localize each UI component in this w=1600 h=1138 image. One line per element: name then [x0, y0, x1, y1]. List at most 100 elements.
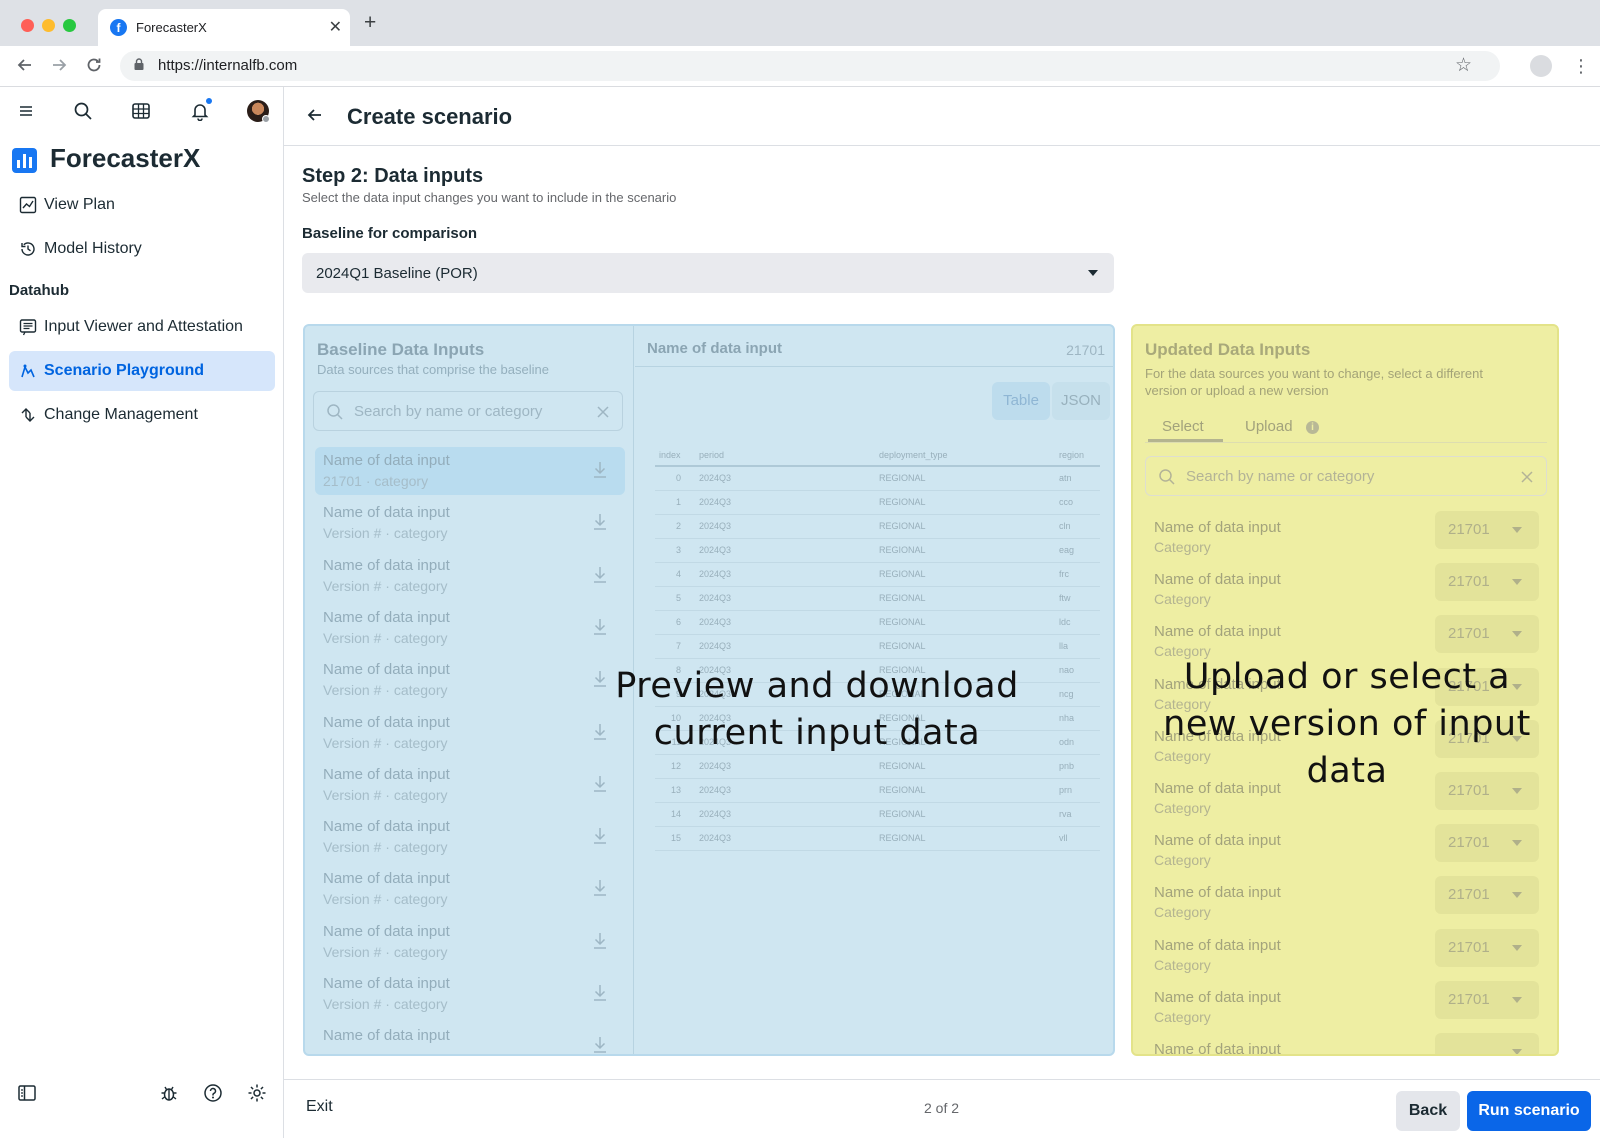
close-window-button[interactable] [21, 19, 34, 32]
download-icon[interactable] [591, 826, 609, 851]
version-select-value: 21701 [1448, 521, 1490, 538]
baseline-list-item[interactable]: Name of data input Version # · category [315, 604, 625, 652]
table-cell: REGIONAL [875, 586, 1055, 611]
browser-profile-icon[interactable] [1530, 55, 1552, 77]
table-cell: atn [1055, 466, 1100, 491]
version-select[interactable]: 21701 [1435, 876, 1539, 915]
download-icon[interactable] [591, 983, 609, 1008]
table-cell: 2024Q3 [695, 778, 875, 803]
version-select[interactable]: 21701 [1435, 980, 1539, 1019]
section-label-datahub: Datahub [9, 282, 69, 299]
download-icon[interactable] [591, 565, 609, 590]
info-icon[interactable]: i [1306, 421, 1319, 434]
bell-icon[interactable] [190, 101, 210, 126]
column-header: period [695, 444, 875, 467]
tab-close-icon[interactable]: ✕ [329, 17, 342, 37]
tab-select[interactable]: Select [1162, 418, 1204, 435]
sidebar-item-label: Input Viewer and Attestation [44, 318, 243, 335]
table-cell: REGIONAL [875, 754, 1055, 779]
clear-icon[interactable] [596, 405, 610, 419]
presence-dot [262, 115, 270, 123]
back-arrow-icon[interactable] [306, 106, 324, 129]
clear-icon[interactable] [1520, 470, 1534, 484]
hamburger-menu-icon[interactable] [18, 103, 34, 124]
browser-tab[interactable]: f ForecasterX ✕ [98, 9, 350, 46]
download-icon[interactable] [591, 774, 609, 799]
maximize-window-button[interactable] [63, 19, 76, 32]
sidebar-item-model-history[interactable]: Model History [9, 229, 275, 269]
browser-forward-icon[interactable] [49, 55, 69, 81]
minimize-window-button[interactable] [42, 19, 55, 32]
baseline-list-item[interactable]: Name of data input Version # · category [315, 918, 625, 966]
list-item-category: Category [1154, 852, 1211, 869]
version-select[interactable]: 21701 [1435, 824, 1539, 863]
sidebar-item-scenario-playground[interactable]: Scenario Playground [9, 351, 275, 391]
list-item-name: Name of data input [323, 504, 450, 522]
list-item-name: Name of data input [1154, 936, 1281, 954]
exit-button[interactable]: Exit [306, 1098, 333, 1116]
bookmark-star-icon[interactable]: ☆ [1455, 54, 1472, 77]
version-select[interactable]: 21701 [1435, 928, 1539, 967]
preview-header: Name of data input 21701 [635, 326, 1113, 367]
download-icon[interactable] [591, 512, 609, 537]
tab-upload[interactable]: Upload [1245, 418, 1293, 435]
baseline-list-item[interactable]: Name of data input [315, 1022, 625, 1054]
browser-back-icon[interactable] [15, 55, 35, 81]
collapse-sidebar-icon[interactable] [17, 1083, 37, 1108]
table-row: 14 2024Q3 REGIONAL rva [655, 802, 1100, 827]
list-item-meta: Version # · category [323, 786, 448, 803]
baseline-search-input[interactable]: Search by name or category [313, 391, 623, 431]
address-bar-row: https://internalfb.com ☆ ⋮ [0, 46, 1600, 87]
download-icon[interactable] [591, 1035, 609, 1054]
browser-menu-icon[interactable]: ⋮ [1572, 55, 1590, 77]
caret-down-icon [1512, 527, 1522, 533]
run-scenario-button[interactable]: Run scenario [1467, 1091, 1591, 1131]
search-icon[interactable] [73, 101, 93, 126]
updated-panel-subtitle: For the data sources you want to change,… [1145, 366, 1483, 398]
back-button[interactable]: Back [1396, 1091, 1460, 1131]
table-icon[interactable] [131, 101, 151, 126]
list-item-meta: Version # · category [323, 996, 448, 1012]
sidebar-item-view-plan[interactable]: View Plan [9, 185, 275, 225]
avatar[interactable] [247, 100, 270, 123]
version-select[interactable]: 21701 [1435, 511, 1539, 549]
table-cell: REGIONAL [875, 826, 1055, 851]
download-icon[interactable] [591, 878, 609, 903]
baseline-list-item[interactable]: Name of data input Version # · category [315, 865, 625, 913]
table-cell: 0 [655, 466, 695, 491]
reload-icon[interactable] [84, 55, 104, 81]
baseline-list-item[interactable]: Name of data input Version # · category [315, 761, 625, 809]
version-select[interactable]: 21701 [1435, 563, 1539, 602]
table-row: 1 2024Q3 REGIONAL cco [655, 490, 1100, 515]
table-row: 3 2024Q3 REGIONAL eag [655, 538, 1100, 563]
baseline-panel-title: Baseline Data Inputs [317, 340, 485, 359]
baseline-list-item[interactable]: Name of data input Version # · category [315, 499, 625, 547]
settings-gear-icon[interactable] [247, 1083, 267, 1108]
sidebar-item-input-viewer[interactable]: Input Viewer and Attestation [9, 307, 275, 347]
baseline-list-item[interactable]: Name of data input Version # · category [315, 552, 625, 600]
updated-search-input[interactable]: Search by name or category [1145, 456, 1547, 496]
table-cell: REGIONAL [875, 610, 1055, 635]
table-cell: 2024Q3 [695, 514, 875, 539]
list-item-name: Name of data input [1154, 884, 1281, 902]
help-icon[interactable] [203, 1083, 223, 1108]
download-icon[interactable] [591, 617, 609, 642]
version-select[interactable]: 21701 [1435, 615, 1539, 654]
bug-report-icon[interactable] [159, 1083, 179, 1108]
new-tab-button[interactable]: + [364, 12, 376, 33]
download-icon[interactable] [591, 931, 609, 956]
url-field[interactable]: https://internalfb.com ☆ [120, 51, 1500, 81]
sidebar-item-change-management[interactable]: Change Management [9, 395, 275, 435]
baseline-select[interactable]: 2024Q1 Baseline (POR) [302, 253, 1114, 293]
version-select[interactable] [1435, 1033, 1539, 1054]
baseline-list-item[interactable]: Name of data input 21701 · category [315, 447, 625, 495]
table-view-toggle[interactable]: Table [992, 382, 1050, 420]
url-text: https://internalfb.com [158, 57, 298, 74]
history-icon [19, 240, 37, 263]
column-header: index [655, 444, 695, 467]
baseline-list-item[interactable]: Name of data input Version # · category [315, 970, 625, 1018]
json-view-toggle[interactable]: JSON [1052, 382, 1110, 420]
table-cell: 13 [655, 778, 695, 803]
baseline-list-item[interactable]: Name of data input Version # · category [315, 813, 625, 861]
download-icon[interactable] [591, 460, 609, 485]
